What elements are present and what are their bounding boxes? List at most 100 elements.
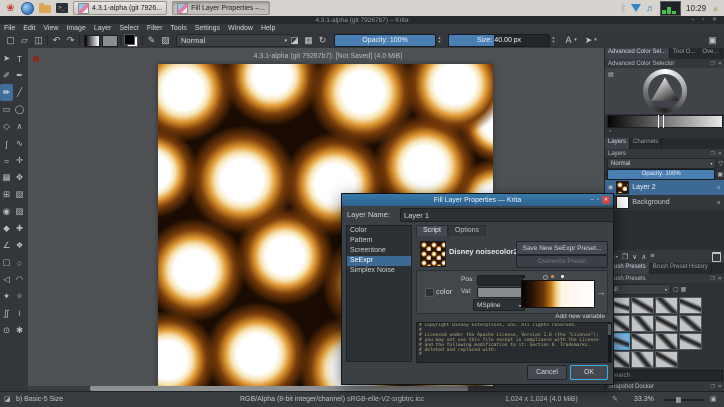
close-docker-icon[interactable]: ✕ — [718, 384, 722, 390]
file-manager-icon[interactable] — [38, 2, 51, 15]
layer-properties-button[interactable]: ≡ — [650, 253, 654, 260]
color-triangle[interactable] — [650, 76, 680, 106]
brush-preset[interactable] — [631, 297, 654, 314]
tool-contiguous-select[interactable]: ✦ — [0, 288, 13, 305]
tool-outline-select[interactable]: ◠ — [13, 271, 26, 288]
display-mode-icon[interactable]: ▦ — [681, 286, 687, 293]
tag-checkbox-icon[interactable]: ▢ — [673, 286, 679, 293]
float-docker-icon[interactable]: ❐ — [710, 61, 714, 67]
menu-image[interactable]: Image — [62, 25, 89, 32]
maximize-icon[interactable]: ▫ — [597, 197, 599, 203]
menu-select[interactable]: Select — [115, 25, 142, 32]
tool-bezier-curve[interactable]: ∫ — [0, 135, 13, 152]
menu-layer[interactable]: Layer — [90, 25, 116, 32]
menu-view[interactable]: View — [39, 25, 62, 32]
generator-simplex-noise[interactable]: Simplex Noise — [347, 266, 411, 276]
gradient-preview[interactable] — [521, 280, 595, 308]
tool-ellipse-select[interactable]: ○ — [13, 254, 26, 271]
reload-preset-icon[interactable]: ↻ — [316, 34, 329, 46]
tool-pan[interactable]: ✱ — [13, 322, 26, 339]
tool-polyline[interactable]: ∧ — [13, 118, 26, 135]
gradient-stop-markers[interactable] — [521, 274, 593, 279]
float-docker-icon[interactable]: ❐ — [710, 276, 714, 282]
volume-icon[interactable]: ♬ — [646, 3, 655, 13]
tool-assistants[interactable]: ✚ — [13, 220, 26, 237]
selection-mode-icon[interactable]: ◪ — [4, 392, 11, 407]
open-document-icon[interactable]: ▱ — [18, 34, 31, 46]
task-button-fill-layer-dialog[interactable]: Fill Layer Properties –... — [172, 1, 270, 15]
generator-screentone[interactable]: Screentone — [347, 246, 411, 256]
tab-script[interactable]: Script — [416, 225, 448, 236]
terminal-icon[interactable]: >_ — [55, 2, 68, 15]
ok-button[interactable]: OK — [570, 365, 608, 380]
undo-icon[interactable]: ↶ — [50, 34, 63, 46]
browser-icon[interactable] — [21, 2, 34, 15]
layer-name-input[interactable]: Layer 1 — [400, 208, 614, 222]
brush-preset[interactable] — [655, 297, 678, 314]
tab-channels[interactable]: Channels — [630, 138, 662, 149]
tool-edit-shapes[interactable]: ✐ — [0, 67, 13, 84]
tool-polygon[interactable]: ◇ — [0, 118, 13, 135]
brush-preset[interactable] — [679, 297, 702, 314]
clock[interactable]: 10:29 — [686, 4, 706, 13]
menu-tools[interactable]: Tools — [166, 25, 190, 32]
tool-ellipse[interactable]: ◯ — [13, 101, 26, 118]
float-docker-icon[interactable]: ❐ — [710, 384, 714, 390]
tool-measure[interactable]: ∠ — [0, 237, 13, 254]
close-docker-icon[interactable]: ✕ — [718, 61, 722, 67]
menu-settings[interactable]: Settings — [191, 25, 224, 32]
redo-icon[interactable]: ↷ — [64, 34, 77, 46]
tag-filter-dropdown[interactable]: All ▾ — [607, 284, 671, 295]
next-arrow-button[interactable]: → — [596, 284, 606, 300]
variable-checkbox[interactable] — [425, 288, 434, 297]
chevron-down-icon[interactable]: ▾ — [572, 34, 579, 46]
color-history-icon[interactable]: ◔ — [605, 129, 724, 138]
blending-mode-dropdown[interactable]: Normal ▾ — [176, 34, 292, 47]
duplicate-layer-button[interactable]: ❐ — [622, 253, 628, 261]
raspberry-menu-icon[interactable]: ❀ — [4, 2, 17, 15]
zoom-slider-thumb[interactable] — [676, 397, 681, 403]
tool-similar-select[interactable]: ✧ — [13, 288, 26, 305]
gradient-chooser[interactable] — [84, 35, 100, 47]
float-docker-icon[interactable]: ❐ — [710, 151, 714, 157]
interpolation-dropdown[interactable]: MSpline ▾ — [473, 299, 525, 311]
tool-freehand-path[interactable]: ∿ — [13, 135, 26, 152]
brush-preset[interactable] — [655, 351, 678, 368]
menu-help[interactable]: Help — [257, 25, 279, 32]
minimize-icon[interactable]: – — [591, 197, 594, 203]
brush-preset[interactable] — [655, 315, 678, 332]
val-input[interactable] — [477, 287, 523, 298]
menu-file[interactable]: File — [0, 25, 19, 32]
pattern-chooser[interactable] — [102, 35, 118, 47]
tool-select-shapes[interactable]: ➤ — [0, 50, 13, 67]
brush-preset[interactable] — [631, 333, 654, 350]
cancel-button[interactable]: Cancel — [527, 365, 567, 380]
tool-multibrush[interactable]: ✛ — [13, 152, 26, 169]
tab-brush-preset-history[interactable]: Brush Preset History — [650, 263, 712, 274]
tool-line[interactable]: ╱ — [13, 84, 26, 101]
size-spinner[interactable]: ▲▼ — [550, 34, 557, 45]
edit-brush-settings-icon[interactable]: ✎ — [145, 34, 158, 46]
save-preset-button[interactable]: Save New SeExpr Preset... — [516, 241, 608, 255]
tool-text[interactable]: T — [13, 50, 26, 67]
tool-smart-patch[interactable]: ❖ — [13, 237, 26, 254]
tool-fill[interactable]: ◆ — [0, 220, 13, 237]
tool-rectangle[interactable]: ▭ — [0, 101, 13, 118]
colorspace-label[interactable]: RGB/Alpha (8-bit integer/channel) sRGB-e… — [240, 392, 424, 407]
color-wheel-area[interactable]: ▤ — [605, 68, 724, 114]
tool-crop[interactable]: ⊞ — [0, 186, 13, 203]
tool-poly-select[interactable]: ◁ — [0, 271, 13, 288]
generator-seexpr[interactable]: SeExpr — [347, 256, 411, 266]
gradient-stop[interactable] — [522, 275, 525, 278]
brush-preset[interactable] — [655, 333, 678, 350]
brush-preset[interactable] — [631, 351, 654, 368]
brush-preset[interactable] — [679, 333, 702, 350]
new-document-icon[interactable]: ▢ — [4, 34, 17, 46]
scrollbar-thumb[interactable] — [608, 324, 611, 335]
tab-layers[interactable]: Layers — [605, 138, 630, 149]
shade-strip[interactable] — [607, 115, 723, 128]
brush-preset[interactable] — [679, 315, 702, 332]
tab-ove[interactable]: Ove... — [699, 48, 722, 59]
add-variable-link[interactable]: Add new variable — [555, 313, 605, 320]
layer-filter-icon[interactable]: ▽ — [718, 160, 723, 167]
